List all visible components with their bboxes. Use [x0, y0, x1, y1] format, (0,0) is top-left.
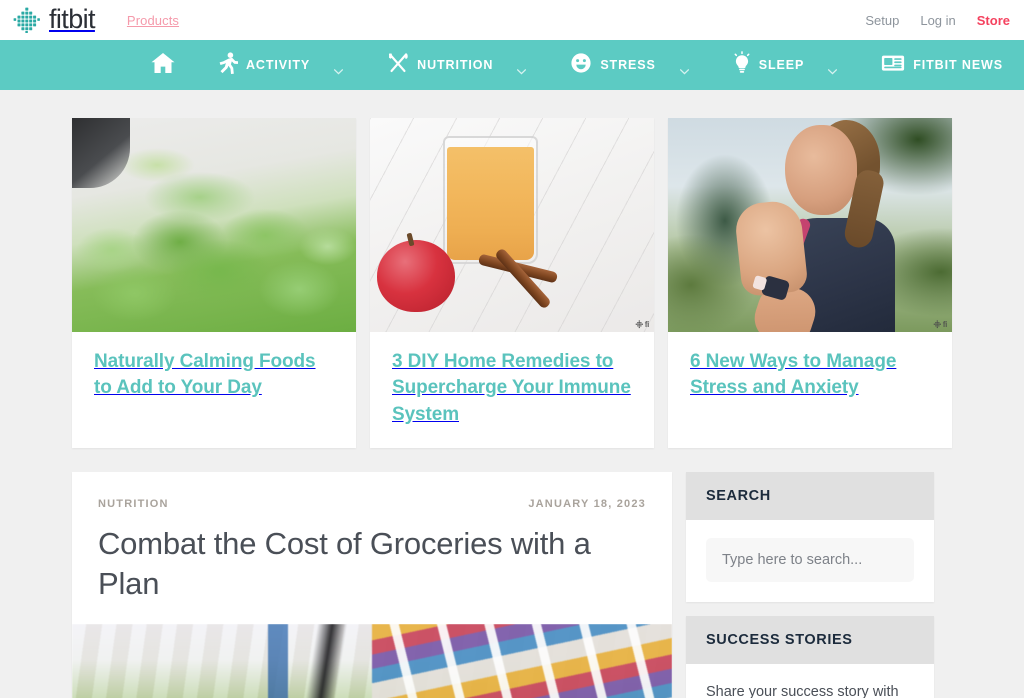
nav-item-activity[interactable]: Activity: [218, 40, 344, 90]
fitbit-watermark: fi: [933, 320, 947, 329]
search-widget-heading: Search: [686, 472, 934, 521]
nav-item-home[interactable]: [150, 40, 176, 90]
nav-item-nutrition[interactable]: Nutrition: [387, 40, 527, 90]
sidebar: Search Success Stories Share your succes…: [686, 472, 934, 698]
home-icon: [150, 51, 176, 80]
chevron-down-icon: [517, 62, 527, 75]
search-widget-body: [686, 520, 934, 602]
main-navigation: Activity Nutrition: [0, 40, 1024, 90]
article-meta: Nutrition January 18, 2023: [72, 472, 672, 510]
featured-card-title: 3 DIY Home Remedies to Supercharge Your …: [392, 351, 631, 425]
nav-item-stress[interactable]: Stress: [570, 40, 689, 90]
search-input[interactable]: [706, 538, 914, 583]
nav-label-sleep: Sleep: [758, 58, 805, 72]
page-content: Naturally Calming Foods to Add to Your D…: [0, 90, 1024, 698]
article-date: January 18, 2023: [528, 498, 646, 511]
smiley-face-icon: [570, 52, 592, 79]
newspaper-icon: [881, 53, 905, 78]
featured-card[interactable]: fi 6 New Ways to Manage Stress and Anxie…: [668, 118, 952, 449]
nav-label-stress: Stress: [600, 58, 656, 72]
nav-label-activity: Activity: [246, 58, 311, 72]
top-utility-bar: fitbit Products Setup Log in Store: [0, 0, 1024, 40]
featured-cards-row: Naturally Calming Foods to Add to Your D…: [72, 90, 952, 449]
success-stories-widget: Success Stories Share your success story…: [686, 616, 934, 698]
login-link[interactable]: Log in: [920, 13, 955, 28]
success-stories-body: Share your success story with Fitbit: [686, 664, 934, 698]
search-widget: Search: [686, 472, 934, 603]
nav-item-fitbit-news[interactable]: Fitbit News: [881, 40, 1024, 90]
lightbulb-icon: [733, 51, 751, 79]
running-person-icon: [218, 51, 239, 79]
store-link[interactable]: Store: [977, 13, 1010, 28]
woman-meditating-outdoors-photo: fi: [668, 118, 952, 332]
grocery-store-aisle-photo: [72, 624, 672, 698]
fitbit-logo-icon: [12, 7, 42, 33]
success-stories-heading: Success Stories: [686, 616, 934, 665]
products-link[interactable]: Products: [127, 13, 179, 28]
setup-link[interactable]: Setup: [865, 13, 899, 28]
featured-article[interactable]: Nutrition January 18, 2023 Combat the Co…: [72, 472, 672, 698]
article-title[interactable]: Combat the Cost of Groceries with a Plan: [72, 510, 672, 624]
fitbit-wordmark: fitbit: [49, 3, 96, 34]
chevron-down-icon: [679, 62, 689, 75]
featured-card[interactable]: Naturally Calming Foods to Add to Your D…: [72, 118, 356, 449]
top-right-links: Setup Log in Store: [865, 0, 1010, 40]
spinach-bowl-photo: [72, 118, 356, 332]
smoothie-apple-cinnamon-photo: fi: [370, 118, 654, 332]
success-stories-text: Share your success story with Fitbit: [706, 684, 899, 698]
nav-item-sleep[interactable]: Sleep: [733, 40, 838, 90]
article-category[interactable]: Nutrition: [98, 498, 169, 510]
chevron-down-icon: [334, 62, 344, 75]
featured-card[interactable]: fi 3 DIY Home Remedies to Supercharge Yo…: [370, 118, 654, 449]
nav-label-nutrition: Nutrition: [417, 58, 494, 72]
fork-knife-icon: [387, 52, 409, 79]
featured-card-title: Naturally Calming Foods to Add to Your D…: [94, 351, 316, 399]
featured-card-title: 6 New Ways to Manage Stress and Anxiety: [690, 351, 897, 399]
main-lower-section: Nutrition January 18, 2023 Combat the Co…: [72, 448, 952, 698]
fitbit-logo-link[interactable]: fitbit: [12, 3, 96, 34]
chevron-down-icon: [828, 62, 838, 75]
fitbit-watermark: fi: [635, 320, 649, 329]
nav-label-fitbit-news: Fitbit News: [913, 58, 1003, 72]
